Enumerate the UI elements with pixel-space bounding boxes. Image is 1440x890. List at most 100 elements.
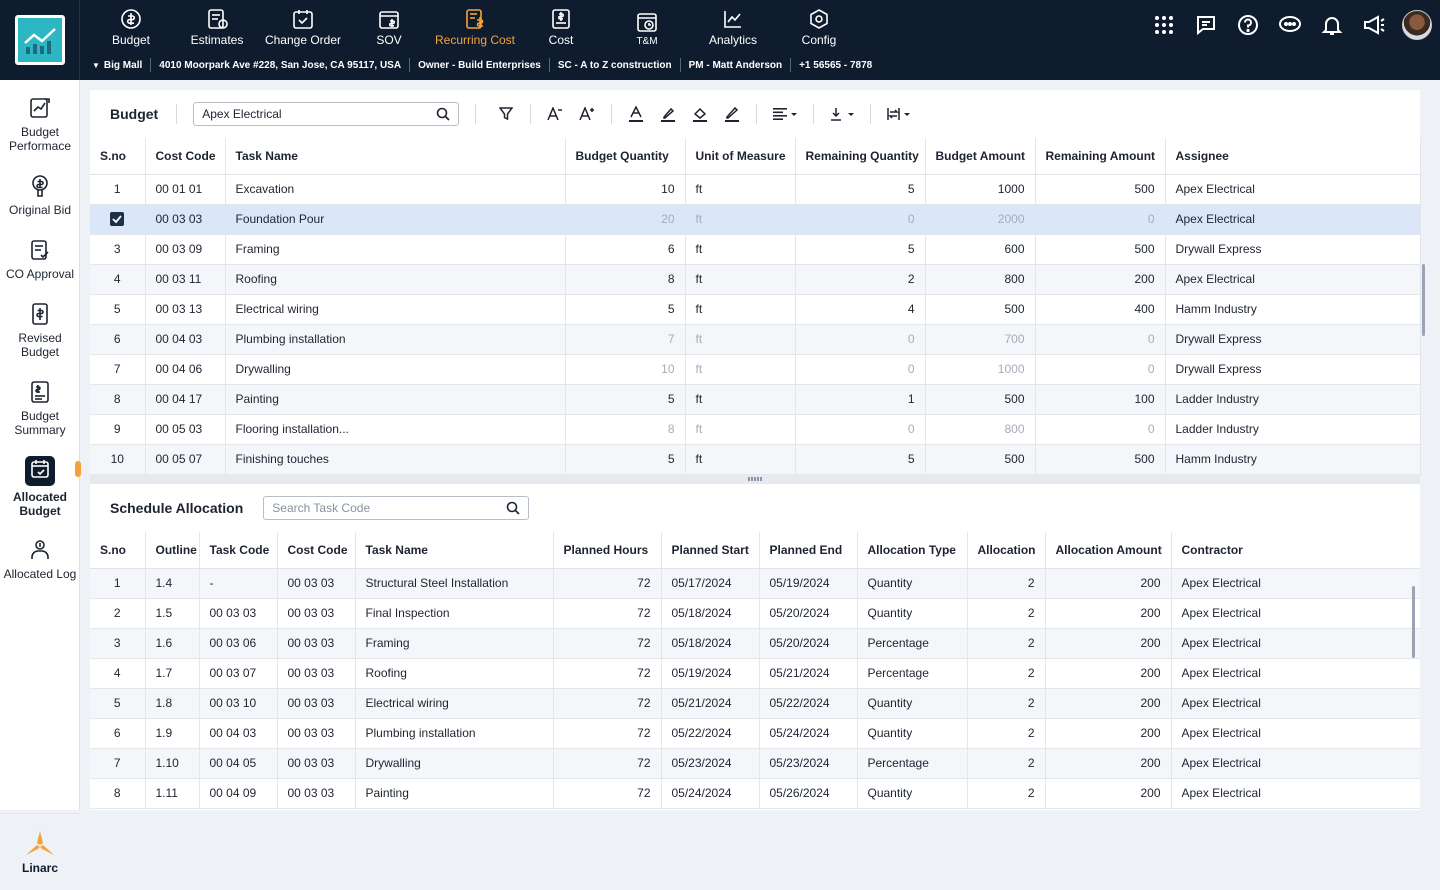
budget-column-header[interactable]: Budget Amount [925, 138, 1036, 175]
nav-budget[interactable]: Budget [88, 0, 174, 50]
cell-ra: 500 [1035, 444, 1166, 475]
column-settings-dropdown-icon[interactable] [879, 102, 919, 126]
fill-color-icon[interactable] [684, 102, 716, 126]
schedule-column-header[interactable]: Task Name [355, 532, 554, 569]
caret-down-icon[interactable]: ▼ [92, 61, 100, 70]
cell-start: 05/21/2024 [661, 688, 760, 719]
table-row[interactable]: 5 00 03 13 Electrical wiring 5 ft 4 500 400 Hamm… [90, 294, 1421, 325]
decrease-font-icon[interactable] [539, 102, 571, 126]
table-row[interactable]: 9 00 05 03 Flooring installation... 8 ft 0 800… [90, 414, 1421, 445]
nav-label: Budget [111, 33, 151, 47]
schedule-column-header[interactable]: Allocation Amount [1045, 532, 1172, 569]
budget-search-input[interactable]: Apex Electrical [193, 102, 460, 126]
panel-resize-handle[interactable] [90, 474, 1420, 484]
nav-change-order[interactable]: Change Order [260, 0, 346, 50]
project-name[interactable]: Big Mall [104, 60, 142, 71]
cell-rq: 1 [795, 384, 926, 415]
schedule-column-header[interactable]: Planned End [759, 532, 858, 569]
user-avatar[interactable] [1402, 10, 1432, 40]
apps-grid-icon[interactable] [1150, 8, 1178, 42]
schedule-column-header[interactable]: Contractor [1171, 532, 1420, 569]
sidebar-item-allocated-budget[interactable]: Allocated Budget [0, 456, 80, 518]
cell-task: Structural Steel Installation [355, 568, 554, 599]
cell-end: 05/21/2024 [759, 658, 858, 689]
cell-task: Flooring installation... [225, 414, 566, 445]
download-dropdown-icon[interactable] [822, 102, 862, 126]
nav-config[interactable]: Config [776, 0, 862, 50]
table-row[interactable]: 2 1.5 00 03 03 00 03 03 Final Inspection 72 05… [90, 598, 1420, 629]
sidebar-item-budget-performance[interactable]: Budget Performace [0, 96, 80, 153]
border-color-icon[interactable] [716, 102, 748, 126]
text-color-icon[interactable] [620, 102, 652, 126]
table-row[interactable]: 3 00 03 09 Framing 6 ft 5 600 500 Drywall Expres… [90, 234, 1421, 265]
sidebar-item-original-bid[interactable]: Original Bid [0, 174, 80, 217]
schedule-column-header[interactable]: S.no [90, 532, 146, 569]
sidebar-item-revised-budget[interactable]: Revised Budget [0, 302, 80, 359]
table-row[interactable]: 8 1.11 00 04 09 00 03 03 Painting 72 05/24/202… [90, 778, 1420, 809]
table-row[interactable]: 8 00 04 17 Painting 5 ft 1 500 100 Ladder Indust… [90, 384, 1421, 415]
budget-scrollbar[interactable] [1422, 264, 1425, 336]
table-row[interactable]: 1 1.4-00 03 03 Structural Steel Installati… [90, 568, 1420, 599]
schedule-column-header[interactable]: Planned Start [661, 532, 760, 569]
chat-icon[interactable] [1192, 8, 1220, 42]
task-code-search-input[interactable]: Search Task Code [263, 496, 530, 520]
nav-recurring-cost[interactable]: Recurring Cost [432, 0, 518, 50]
table-row[interactable]: 4 00 03 11 Roofing 8 ft 2 800 200 Apex Electrica… [90, 264, 1421, 295]
table-row[interactable]: 5 1.8 00 03 10 00 03 03 Electrical wiring 72 0… [90, 688, 1420, 719]
sidebar-item-allocated-log[interactable]: Allocated Log [0, 538, 80, 581]
sidebar-item-budget-summary[interactable]: Budget Summary [0, 380, 80, 437]
align-dropdown-icon[interactable] [765, 102, 805, 126]
cell-assignee: Ladder Industry [1165, 414, 1421, 445]
highlight-icon[interactable] [652, 102, 684, 126]
nav-label: Cost [548, 33, 574, 47]
cell-task: Electrical wiring [225, 294, 566, 325]
table-row[interactable]: 6 1.9 00 04 03 00 03 03 Plumbing installatio… [90, 718, 1420, 749]
filter-icon[interactable] [490, 102, 522, 126]
budget-column-header[interactable]: Remaining Amount [1035, 138, 1166, 175]
budget-column-header[interactable]: Budget Quantity [565, 138, 686, 175]
budget-column-header[interactable]: S.no [90, 138, 146, 175]
table-row[interactable]: 00 03 03 Foundation Pour 20 ft 0 2000 0 Apex El… [90, 204, 1421, 235]
budget-column-header[interactable]: Remaining Quantity [795, 138, 926, 175]
schedule-column-header[interactable]: Cost Code [277, 532, 356, 569]
nav-analytics[interactable]: Analytics [690, 0, 776, 50]
budget-column-header[interactable]: Task Name [225, 138, 566, 175]
messages-icon[interactable] [1276, 8, 1304, 42]
cell-bq: 5 [565, 444, 686, 475]
cell-rq: 5 [795, 234, 926, 265]
schedule-column-header[interactable]: Allocation Type [857, 532, 968, 569]
schedule-column-header[interactable]: Planned Hours [553, 532, 662, 569]
table-row[interactable]: 4 1.7 00 03 07 00 03 03 Roofing 72 05/19/2024 0… [90, 658, 1420, 689]
cell-rq: 5 [795, 444, 926, 475]
schedule-column-header[interactable]: Allocation [967, 532, 1046, 569]
sidebar-item-co-approval[interactable]: CO Approval [0, 238, 80, 281]
cell-task: Drywalling [355, 748, 554, 779]
nav-sov[interactable]: SOV [346, 0, 432, 50]
schedule-column-header[interactable]: Task Code [199, 532, 278, 569]
table-row[interactable]: 7 00 04 06 Drywalling 10 ft 0 1000 0 Drywall Exp… [90, 354, 1421, 385]
budget-column-header[interactable]: Unit of Measure [685, 138, 796, 175]
schedule-column-header[interactable]: Outline [145, 532, 200, 569]
table-row[interactable]: 6 00 04 03 Plumbing installation 7 ft 0 700 0 Dr… [90, 324, 1421, 355]
nav-estimates[interactable]: Estimates [174, 0, 260, 50]
app-logo[interactable] [0, 0, 80, 80]
cell-code: 00 04 06 [145, 354, 226, 385]
table-row[interactable]: 7 1.10 00 04 05 00 03 03 Drywalling 72 05/23/2… [90, 748, 1420, 779]
table-row[interactable]: 3 1.6 00 03 06 00 03 03 Framing 72 05/18/2024 0… [90, 628, 1420, 659]
table-row[interactable]: 1 00 01 01 Excavation 10 ft 5 1000 500 Apex Elec… [90, 174, 1421, 205]
nav-cost[interactable]: Cost [518, 0, 604, 50]
cell-type: Percentage [857, 658, 968, 689]
nav-tm[interactable]: T&M [604, 0, 690, 50]
bell-icon[interactable] [1318, 8, 1346, 42]
increase-font-icon[interactable] [571, 102, 603, 126]
cell-sno: 8 [90, 778, 146, 809]
announcement-icon[interactable] [1360, 8, 1388, 42]
budget-column-header[interactable]: Assignee [1165, 138, 1421, 175]
table-row[interactable]: 10 00 05 07 Finishing touches 5 ft 5 500 500 Ham… [90, 444, 1421, 475]
row-checkbox[interactable] [90, 204, 146, 235]
schedule-scrollbar[interactable] [1412, 586, 1415, 658]
search-icon[interactable] [506, 501, 520, 515]
budget-column-header[interactable]: Cost Code [145, 138, 226, 175]
help-icon[interactable] [1234, 8, 1262, 42]
search-icon[interactable] [436, 107, 450, 121]
